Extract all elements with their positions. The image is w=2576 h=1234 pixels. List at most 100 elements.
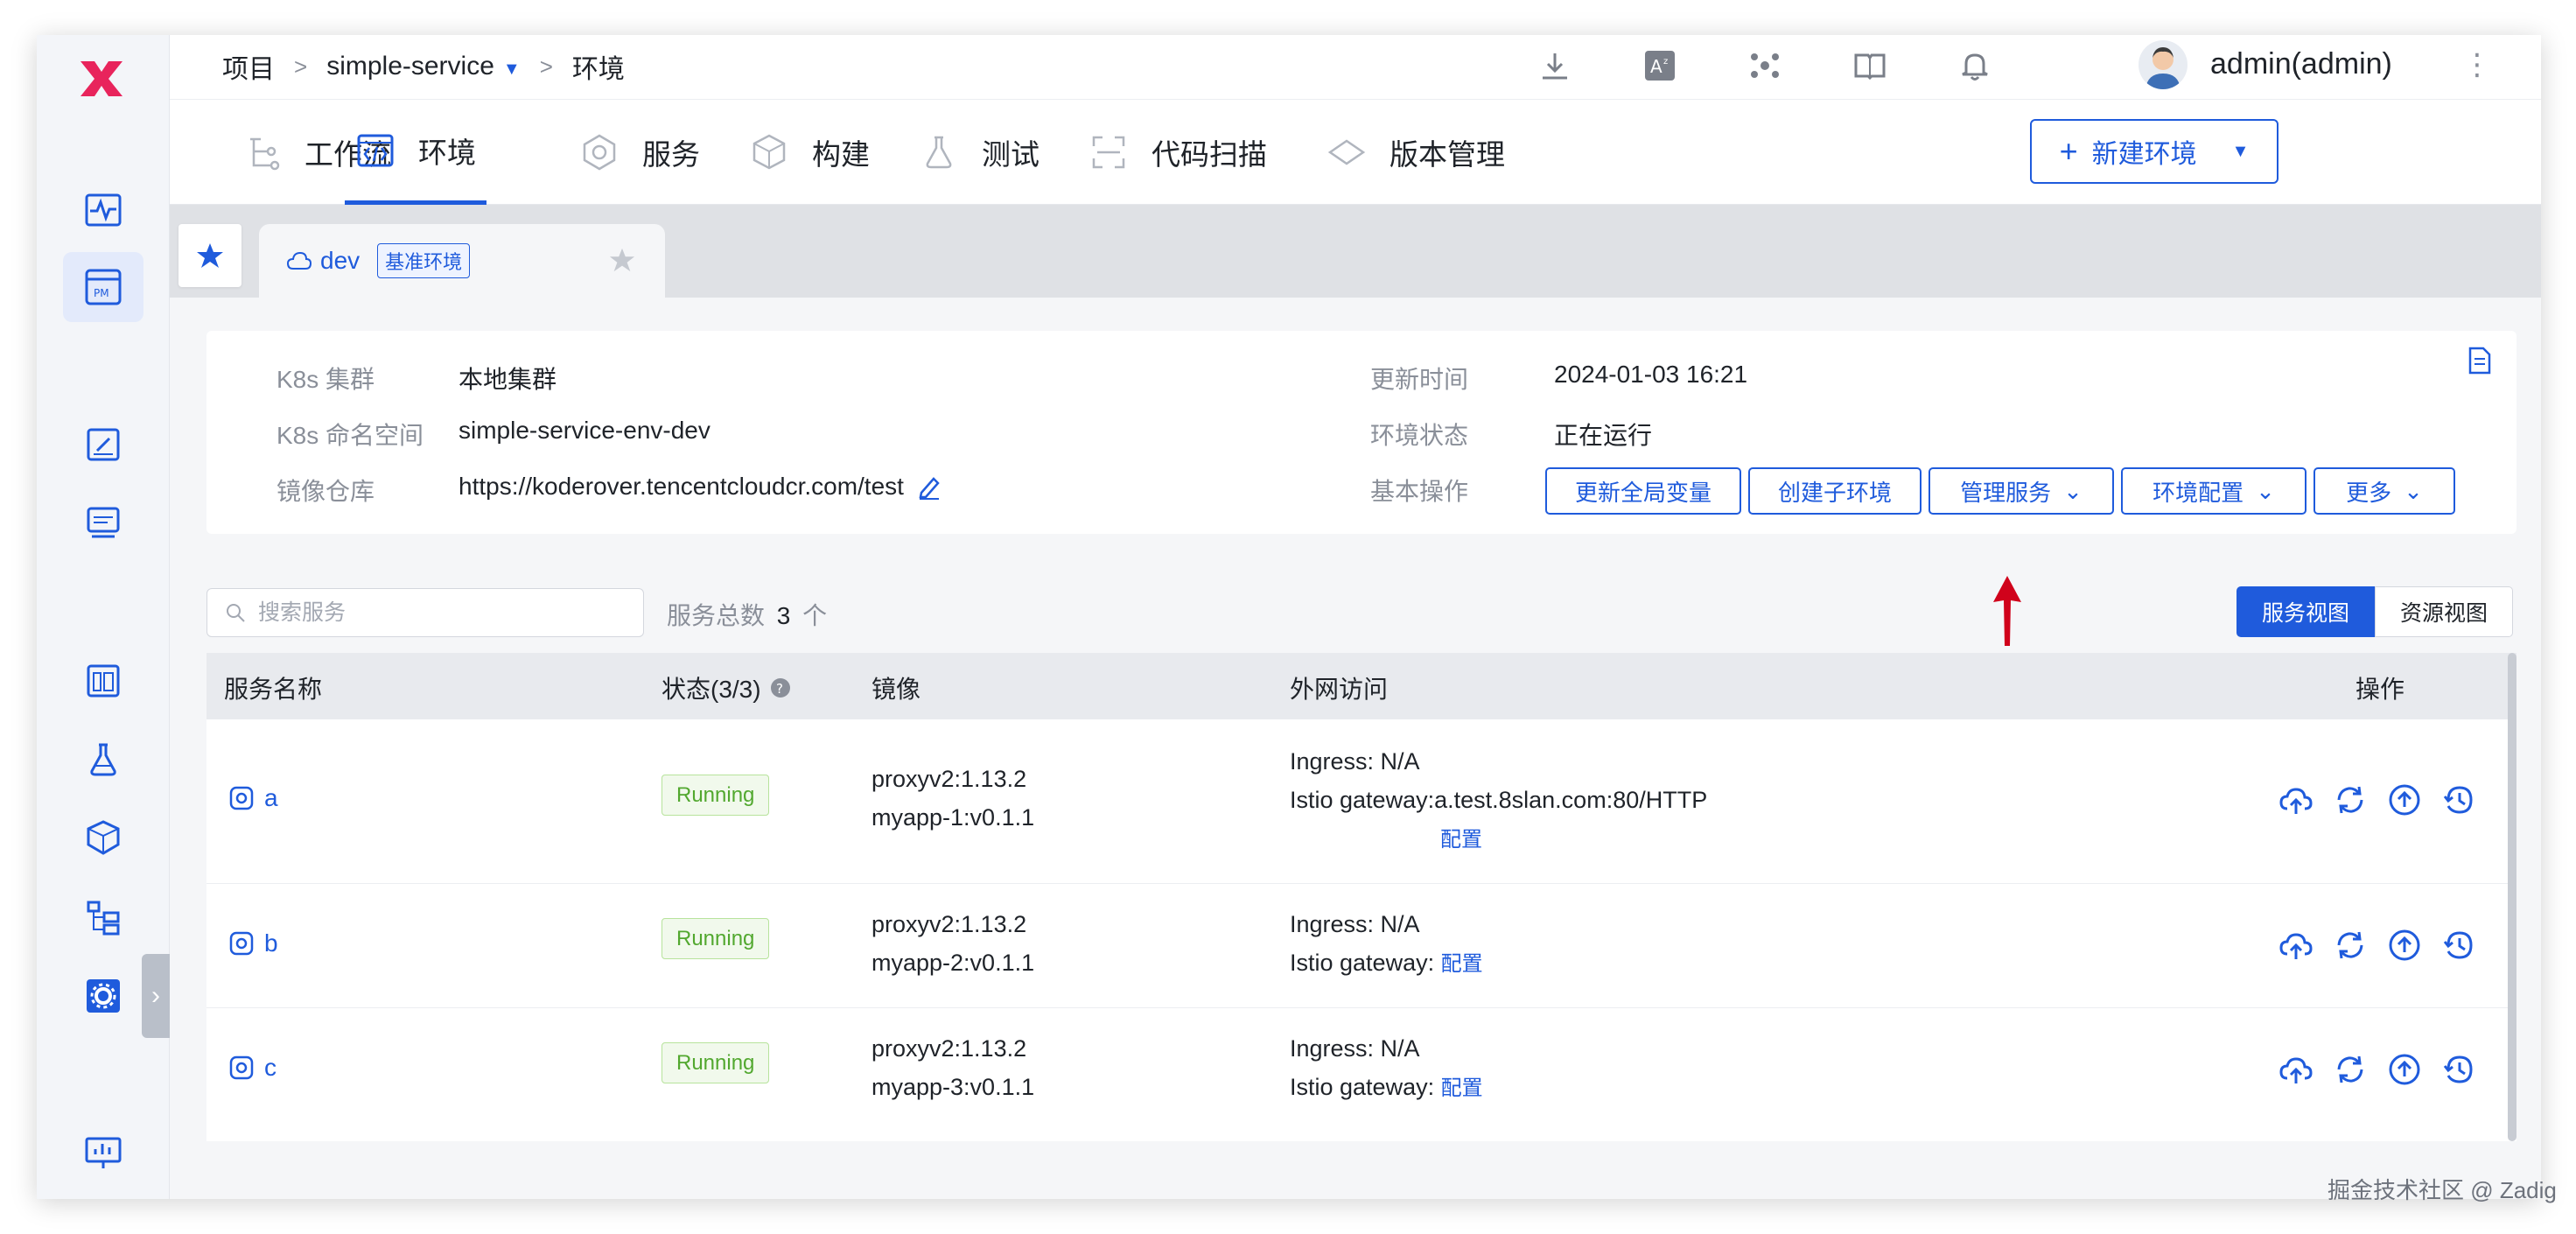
k8s-namespace-value: simple-service-env-dev [458,417,710,444]
k8s-cluster-value: 本地集群 [458,366,557,393]
star-outline-icon[interactable] [609,247,635,273]
upload-cloud-icon[interactable] [2278,782,2314,817]
history-icon[interactable] [2441,928,2476,963]
notification-bell-icon[interactable] [1955,46,1995,86]
breadcrumb-separator: > [294,53,308,80]
more-button[interactable]: 更多 ⌄ [2314,467,2455,515]
table-row: b Running proxyv2:1.13.2 myapp-2:v0.1.1 … [206,884,2516,1008]
sidebar-item-settings[interactable] [63,961,144,1031]
project-name: simple-service [326,52,494,81]
update-global-vars-button[interactable]: 更新全局变量 [1545,467,1741,515]
upload-cloud-icon[interactable] [2278,928,2314,963]
service-count: 服务总数 3 个 [667,597,827,632]
istio-label: Istio gateway: [1290,787,1435,813]
restart-icon[interactable] [2333,928,2368,963]
config-link[interactable]: 配置 [1441,1076,1483,1100]
caret-down-icon: ▼ [502,60,521,79]
env-status-label: 环境状态 [1370,422,1469,449]
search-input[interactable] [258,599,626,626]
config-link[interactable]: 配置 [1440,828,1482,852]
upload-cloud-icon[interactable] [2278,1052,2314,1087]
zadig-logo[interactable] [72,49,131,109]
breadcrumb-separator: > [539,53,553,80]
sidebar-item-edit[interactable] [63,410,144,480]
tab-version[interactable]: 版本管理 [1326,100,1505,205]
history-icon[interactable] [2441,782,2476,817]
service-link[interactable]: c [229,1054,276,1082]
breadcrumb-root[interactable]: 项目 [222,47,275,86]
chevron-down-icon: ⌄ [2404,477,2423,504]
code-env-icon [357,134,394,166]
service-view-button[interactable]: 服务视图 [2236,586,2376,637]
header-status: 状态(3/3) ? [662,670,791,705]
manage-services-button[interactable]: 管理服务 ⌄ [1928,467,2114,515]
chevron-right-icon: › [151,981,160,1010]
breadcrumb-project[interactable]: simple-service ▼ [326,52,521,81]
translate-icon[interactable]: Az [1640,46,1680,86]
plugins-icon[interactable] [1745,46,1785,86]
favorite-filter-button[interactable] [178,224,242,287]
update-circle-icon[interactable] [2387,1052,2422,1087]
sidebar-item-test[interactable] [63,725,144,795]
ingress-text: Ingress: N/A [1290,748,1420,775]
tab-code-scan[interactable]: 代码扫描 [1088,100,1267,205]
image-line: proxyv2:1.13.2 [872,1035,1027,1062]
release-icon [87,507,120,538]
config-link[interactable]: 配置 [1441,952,1483,976]
edit-pencil-icon[interactable] [916,473,942,500]
image-line: proxyv2:1.13.2 [872,911,1027,937]
sidebar-item-dashboard[interactable] [63,646,144,716]
sidebar-item-release[interactable] [63,488,144,558]
istio-label: Istio gateway: [1290,950,1435,976]
user-name[interactable]: admin(admin) [2210,47,2392,81]
env-config-button[interactable]: 环境配置 ⌄ [2121,467,2306,515]
sidebar-item-artifacts[interactable] [63,803,144,873]
avatar[interactable] [2138,40,2188,89]
breadcrumb-current: 环境 [571,55,625,84]
edit-doc-icon [87,428,120,461]
basic-ops-label: 基本操作 [1370,478,1469,505]
sidebar-item-monitoring[interactable] [63,1118,144,1188]
annotation-arrow [1993,576,2021,646]
table-header: 服务名称 状态(3/3) ? 镜像 外网访问 操作 [206,653,2516,719]
create-sub-env-button[interactable]: 创建子环境 [1748,467,1922,515]
istio-line: Istio gateway:a.test.8slan.com:80/HTTP [1290,781,1707,819]
table-scrollbar[interactable] [2508,653,2516,1141]
service-link[interactable]: b [229,929,278,957]
istio-value: a.test.8slan.com:80/HTTP [1434,787,1708,813]
new-environment-button[interactable]: + 新建环境 ▼ [2030,119,2278,184]
tab-build[interactable]: 构建 [749,100,870,205]
sidebar-collapse-toggle[interactable]: › [142,954,170,1038]
help-question-icon[interactable]: ? [770,677,791,698]
status-cell: Running [662,918,770,959]
env-tab-strip: dev 基准环境 [170,205,2541,298]
tab-service[interactable]: 服务 [579,100,700,205]
document-icon[interactable] [2468,347,2492,375]
env-tab-dev[interactable]: dev 基准环境 [259,224,665,298]
service-link[interactable]: a [229,784,278,812]
docs-book-icon[interactable] [1850,46,1890,86]
sidebar-item-resources[interactable] [63,882,144,952]
service-search[interactable] [206,588,644,637]
history-icon[interactable] [2441,1052,2476,1087]
row-actions [2278,1052,2476,1087]
svg-text:z: z [1663,57,1668,67]
resource-view-button[interactable]: 资源视图 [2375,586,2514,637]
image-line: myapp-1:v0.1.1 [872,804,1035,831]
status-badge: Running [662,918,770,959]
service-icon [229,1055,254,1080]
sidebar-item-projects[interactable]: PM [63,252,144,322]
top-icon-group: Az [1535,46,1995,86]
more-vertical-icon[interactable]: ⋮ [2462,47,2492,82]
access-cell: Ingress: N/A Istio gateway:a.test.8slan.… [1290,742,1707,859]
restart-icon[interactable] [2333,782,2368,817]
watermark: 掘金技术社区 @ Zadig [2328,1177,2557,1203]
restart-icon[interactable] [2333,1052,2368,1087]
tab-test[interactable]: 测试 [919,100,1040,205]
tab-environment[interactable]: 环境 [345,100,486,205]
header-actions: 操作 [2356,676,2405,703]
download-icon[interactable] [1535,46,1575,86]
update-circle-icon[interactable] [2387,928,2422,963]
sidebar-item-monitor[interactable] [63,175,144,245]
update-circle-icon[interactable] [2387,782,2422,817]
